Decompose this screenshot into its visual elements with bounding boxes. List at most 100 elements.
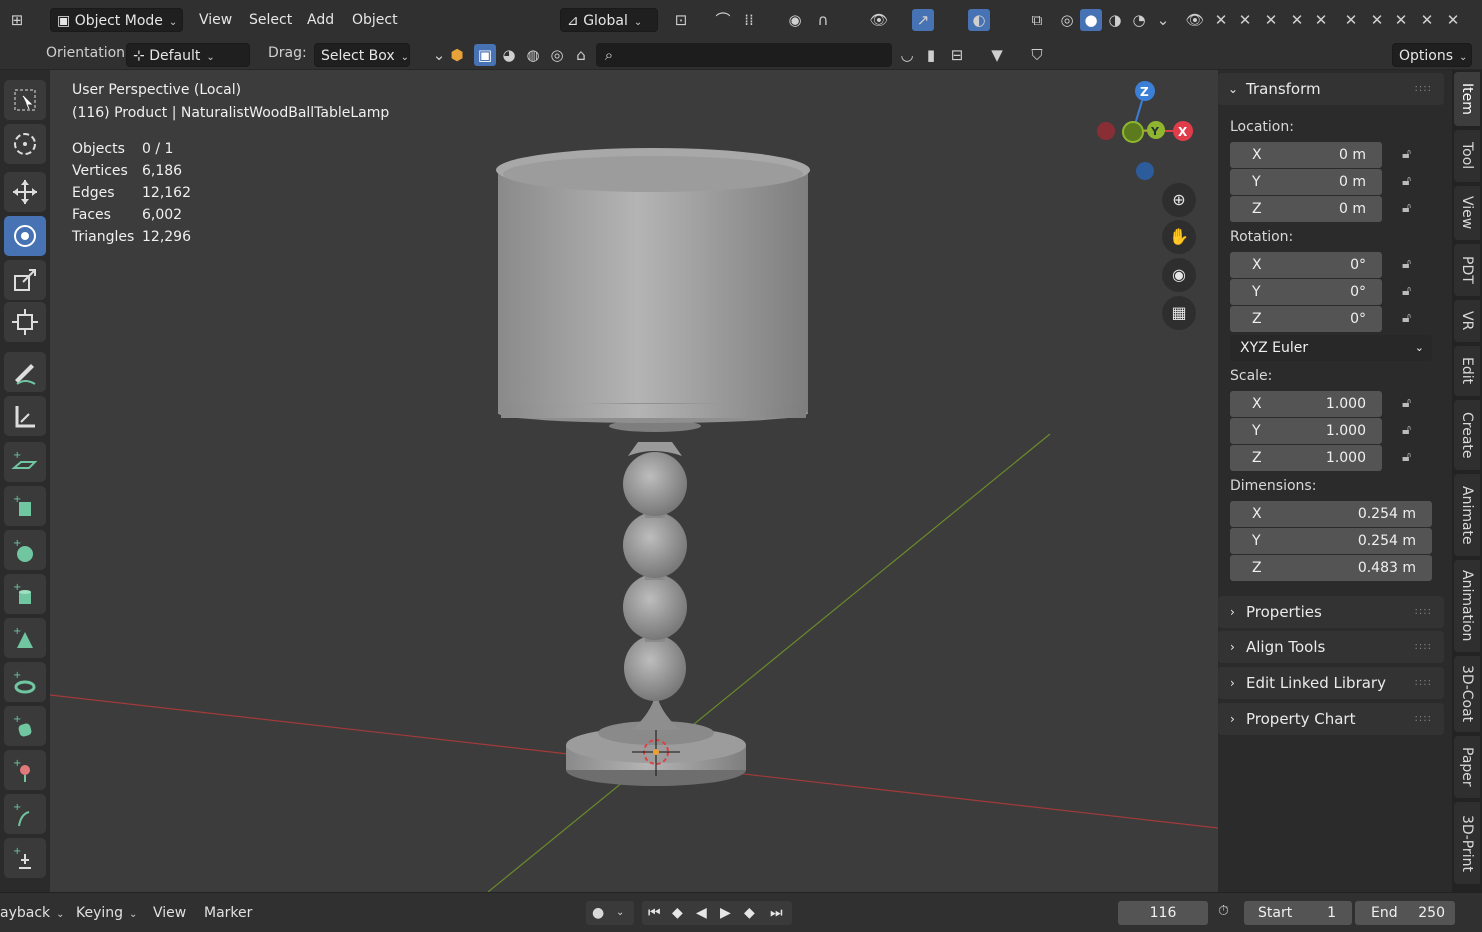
rotation-y-field[interactable]: Y 0° [1230, 279, 1382, 305]
close-icon[interactable]: ✕ [1340, 9, 1362, 31]
close-icon[interactable]: ✕ [1234, 9, 1256, 31]
lock-icon[interactable]: 🔓︎ [1402, 256, 1424, 278]
add-armature-tool[interactable]: + [4, 750, 46, 790]
cursor-tool[interactable] [4, 124, 46, 164]
menu-select[interactable]: Select [243, 8, 298, 32]
dimension-z-field[interactable]: Z 0.483 m [1230, 555, 1432, 581]
wireframe-shading-icon[interactable]: ◎ [1056, 9, 1078, 31]
3d-viewport[interactable]: Z Y X User Perspective (Local) (116) Pro… [50, 70, 1218, 892]
rotation-mode-dropdown[interactable]: XYZ Euler ⌄ [1230, 335, 1432, 361]
dimension-x-field[interactable]: X 0.254 m [1230, 501, 1432, 527]
filter-icon[interactable]: ▼ [986, 44, 1008, 66]
drag-dropdown[interactable]: Select Box ⌄ [314, 43, 410, 67]
search-input[interactable]: ⌕ [596, 43, 892, 67]
fluid-icon[interactable]: ◍ [522, 44, 544, 66]
tab-pdt[interactable]: PDT [1454, 244, 1480, 296]
tab-animation[interactable]: Animation [1454, 560, 1480, 652]
drag-handle-icon[interactable]: :::: [1415, 596, 1432, 628]
gizmo-neg-z[interactable] [1136, 162, 1154, 180]
solid-shading-icon[interactable]: ● [1080, 9, 1102, 31]
tab-view[interactable]: View [1454, 186, 1480, 240]
camera-icon[interactable]: ◉ [1162, 258, 1196, 292]
gizmo-neg-y[interactable] [1122, 121, 1144, 143]
hierarchy-icon[interactable]: ⊟ [946, 44, 968, 66]
falloff-icon[interactable]: ∩ [812, 9, 834, 31]
start-frame-field[interactable]: Start 1 [1244, 901, 1352, 925]
orientation-dropdown[interactable]: ⊹ Default ⌄ [126, 43, 250, 67]
add-torus-tool[interactable]: + [4, 662, 46, 702]
tab-3d-print[interactable]: 3D-Print [1454, 802, 1480, 884]
next-keyframe-icon[interactable]: ◆ [744, 901, 755, 925]
grid-perspective-icon[interactable]: ▦ [1162, 296, 1196, 330]
gizmo-neg-x[interactable] [1097, 122, 1115, 140]
lock-icon[interactable]: 🔓︎ [1402, 422, 1424, 444]
sphere-icon[interactable]: ◕ [498, 44, 520, 66]
tab-vr[interactable]: VR [1454, 300, 1480, 342]
overlays-icon[interactable]: ◐ [968, 9, 990, 31]
pivot-point-icon[interactable]: ⊡ [670, 9, 692, 31]
add-capsule-tool[interactable]: + [4, 706, 46, 746]
move-tool[interactable] [4, 172, 46, 212]
close-icon[interactable]: ✕ [1442, 9, 1464, 31]
property-chart-panel-header[interactable]: › Property Chart :::: [1218, 703, 1444, 735]
shading-options-icon[interactable]: ⌄ [1152, 9, 1174, 31]
end-frame-field[interactable]: End 250 [1355, 901, 1455, 925]
prev-keyframe-icon[interactable]: ◆ [672, 901, 683, 925]
editor-type-icon[interactable]: ⊞ [6, 9, 28, 31]
lock-icon[interactable]: 🔓︎ [1402, 146, 1424, 168]
xray-icon[interactable]: ⧉ [1026, 9, 1048, 31]
options-dropdown[interactable]: Options ⌄ [1392, 43, 1472, 67]
globe-icon[interactable]: ◎ [546, 44, 568, 66]
add-cube-tool[interactable]: + [4, 486, 46, 526]
rotate-tool[interactable] [4, 216, 46, 256]
location-x-field[interactable]: X 0 m [1230, 142, 1382, 168]
location-z-field[interactable]: Z 0 m [1230, 196, 1382, 222]
tab-item[interactable]: Item [1454, 72, 1480, 126]
mode-dropdown[interactable]: ▣ Object Mode ⌄ [50, 8, 183, 32]
snap-icon[interactable]: ⌒ [712, 9, 734, 31]
close-icon[interactable]: ✕ [1210, 9, 1232, 31]
edit-linked-library-panel-header[interactable]: › Edit Linked Library :::: [1218, 667, 1444, 699]
lock-icon[interactable]: 🔓︎ [1402, 173, 1424, 195]
rotation-z-field[interactable]: Z 0° [1230, 306, 1382, 332]
tab-animate[interactable]: Animate [1454, 474, 1480, 556]
jump-start-icon[interactable]: ⏮ [648, 901, 661, 925]
add-plane-tool[interactable]: + [4, 442, 46, 482]
gizmo-icon[interactable]: ↗ [912, 9, 934, 31]
scale-z-field[interactable]: Z 1.000 [1230, 445, 1382, 471]
menu-object[interactable]: Object [346, 8, 404, 32]
close-icon[interactable]: ✕ [1416, 9, 1438, 31]
bookmark-icon[interactable]: ▮ [920, 44, 942, 66]
lock-icon[interactable]: 🔓︎ [1402, 395, 1424, 417]
drag-handle-icon[interactable]: :::: [1415, 73, 1432, 105]
lock-icon[interactable]: 🔓︎ [1402, 283, 1424, 305]
close-icon[interactable]: ✕ [1260, 9, 1282, 31]
select-box-tool[interactable] [4, 80, 46, 120]
playback-menu[interactable]: ayback ⌄ [0, 901, 65, 925]
tab-create[interactable]: Create [1454, 400, 1480, 470]
tab-edit[interactable]: Edit [1454, 346, 1480, 396]
material-shading-icon[interactable]: ◑ [1104, 9, 1126, 31]
lock-icon[interactable]: 🔓︎ [1402, 449, 1424, 471]
close-icon[interactable]: ✕ [1366, 9, 1388, 31]
color-hex-icon[interactable]: ⬢ [446, 44, 468, 66]
timeline-view-menu[interactable]: View [153, 901, 186, 925]
close-icon[interactable]: ✕ [1390, 9, 1412, 31]
close-icon[interactable]: ✕ [1286, 9, 1308, 31]
auto-keying-button[interactable]: ● ⌄ [586, 901, 634, 925]
play-icon[interactable]: ▶ [720, 901, 731, 925]
drag-handle-icon[interactable]: :::: [1415, 667, 1432, 699]
link-icon[interactable]: ◡ [896, 44, 918, 66]
rendered-shading-icon[interactable]: ◔ [1128, 9, 1150, 31]
menu-add[interactable]: Add [301, 8, 340, 32]
transform-tool[interactable] [4, 302, 46, 342]
zoom-icon[interactable]: ⊕ [1162, 183, 1196, 217]
select-mode-icon[interactable]: ▣ [474, 44, 496, 66]
marker-menu[interactable]: Marker [204, 901, 252, 925]
drag-handle-icon[interactable]: :::: [1415, 703, 1432, 735]
properties-panel-header[interactable]: › Properties :::: [1218, 596, 1444, 628]
keying-menu[interactable]: Keying ⌄ [76, 901, 137, 925]
tab-3d-coat[interactable]: 3D-Coat [1454, 656, 1480, 732]
jump-end-icon[interactable]: ⏭ [770, 901, 783, 925]
transform-panel-header[interactable]: ⌄ Transform :::: [1218, 73, 1444, 105]
